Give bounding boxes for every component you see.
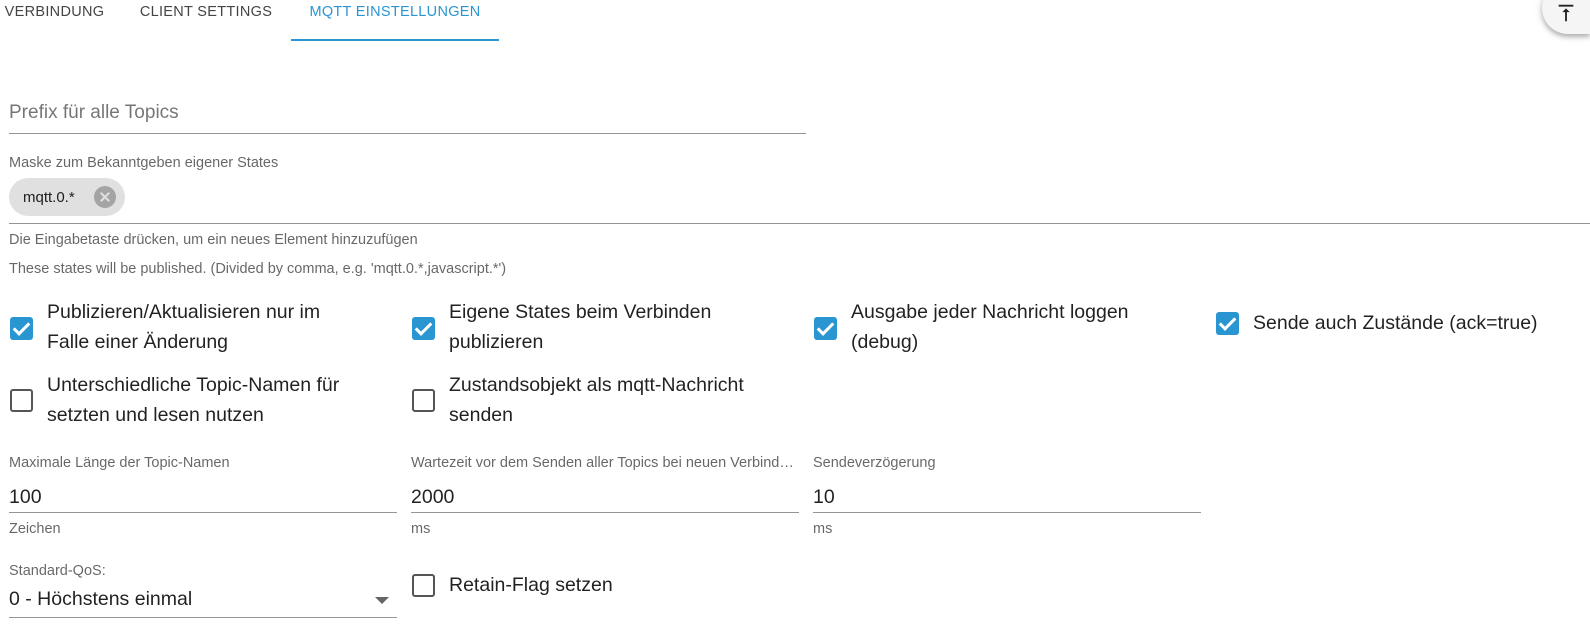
send-delay-label: Sendeverzögerung — [813, 455, 936, 471]
checkbox-label: Eigene States beim Verbinden publizieren — [449, 301, 712, 353]
max-topic-length-unit: Zeichen — [9, 521, 61, 537]
different-topic-names-checkbox[interactable]: Unterschiedliche Topic-Namen für setzten… — [9, 370, 394, 432]
tab-label: MQTT EINSTELLUNGEN — [309, 4, 481, 20]
state-object-as-message-checkbox[interactable]: Zustandsobjekt als mqtt-Nachricht senden — [411, 370, 796, 432]
checkbox-label: Zustandsobjekt als mqtt-Nachricht senden — [449, 374, 744, 426]
tab-label: CLIENT SETTINGS — [139, 4, 273, 20]
mask-input-underline[interactable] — [9, 223, 1590, 224]
checkbox-label: Retain-Flag setzen — [449, 574, 613, 596]
prefix-input[interactable]: Prefix für alle Topics — [9, 96, 806, 134]
prefix-placeholder: Prefix für alle Topics — [9, 102, 179, 123]
publish-own-on-connect-checkbox[interactable]: Eigene States beim Verbinden publizieren — [411, 297, 796, 359]
checkbox-unchecked-icon[interactable] — [412, 574, 435, 597]
tab-indicator — [291, 39, 499, 41]
wait-before-send-input[interactable]: 2000 — [411, 483, 799, 513]
tab-bar: VERBINDUNG CLIENT SETTINGS MQTT EINSTELL… — [0, 0, 1560, 42]
mqtt-settings-page: VERBINDUNG CLIENT SETTINGS MQTT EINSTELL… — [0, 0, 1590, 636]
publish-on-change-checkbox[interactable]: Publizieren/Aktualisieren nur im Falle e… — [9, 297, 394, 359]
checkbox-unchecked-icon[interactable] — [10, 389, 33, 412]
checkbox-checked-icon[interactable] — [412, 317, 435, 340]
wait-before-send-label: Wartezeit vor dem Senden aller Topics be… — [411, 455, 796, 471]
mask-helper-hint: Die Eingabetaste drücken, um ein neues E… — [9, 232, 418, 248]
max-topic-length-input[interactable]: 100 — [9, 483, 397, 513]
checkbox-label: Sende auch Zustände (ack=true) — [1253, 312, 1538, 334]
checkbox-checked-icon[interactable] — [10, 317, 33, 340]
retain-flag-checkbox[interactable]: Retain-Flag setzen — [411, 570, 796, 602]
vertical-align-top-icon — [1558, 4, 1574, 22]
checkbox-label: Unterschiedliche Topic-Namen für setzten… — [47, 374, 340, 426]
chip-text: mqtt.0.* — [23, 188, 75, 206]
mask-helper-desc: These states will be published. (Divided… — [9, 261, 507, 277]
send-delay-input[interactable]: 10 — [813, 483, 1201, 513]
checkbox-label: Publizieren/Aktualisieren nur im Falle e… — [47, 301, 321, 353]
qos-label: Standard-QoS: — [9, 563, 106, 579]
send-delay-unit: ms — [813, 521, 833, 537]
cancel-icon[interactable] — [94, 186, 116, 208]
checkbox-checked-icon[interactable] — [1216, 312, 1239, 335]
qos-selected-value: 0 - Höchstens einmal — [9, 588, 193, 610]
tab-client-settings[interactable]: CLIENT SETTINGS — [132, 0, 280, 42]
debug-log-checkbox[interactable]: Ausgabe jeder Nachricht loggen (debug) — [813, 297, 1198, 359]
checkbox-label: Ausgabe jeder Nachricht loggen (debug) — [851, 301, 1129, 353]
mask-chip[interactable]: mqtt.0.* — [9, 178, 125, 216]
mask-label: Maske zum Bekanntgeben eigener States — [9, 155, 279, 171]
tab-label: VERBINDUNG — [4, 4, 105, 20]
qos-select[interactable]: 0 - Höchstens einmal — [9, 586, 397, 618]
arrow-drop-down-icon — [375, 597, 389, 604]
tab-verbindung[interactable]: VERBINDUNG — [0, 0, 109, 42]
checkbox-checked-icon[interactable] — [814, 317, 837, 340]
checkbox-unchecked-icon[interactable] — [412, 389, 435, 412]
max-topic-length-label: Maximale Länge der Topic-Namen — [9, 455, 230, 471]
send-ack-true-checkbox[interactable]: Sende auch Zustände (ack=true) — [1215, 308, 1590, 340]
wait-before-send-unit: ms — [411, 521, 431, 537]
tab-mqtt-einstellungen[interactable]: MQTT EINSTELLUNGEN — [291, 0, 499, 42]
